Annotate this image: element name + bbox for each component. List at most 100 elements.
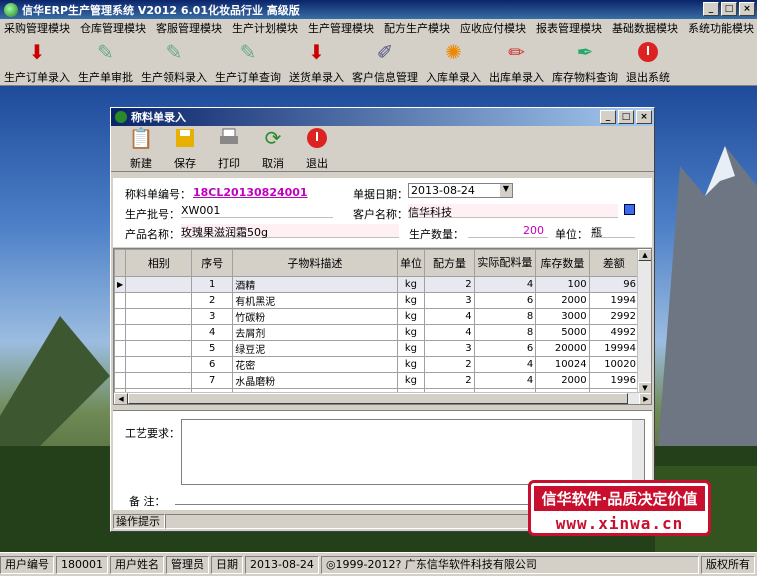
table-cell[interactable]: 96	[588, 276, 640, 293]
toolbar-button[interactable]: ✎ 生产单审批	[74, 37, 137, 85]
row-indicator[interactable]	[114, 356, 127, 373]
table-row[interactable]: 3 竹碳粉 kg 4 8 3000 2992	[114, 308, 640, 325]
table-cell[interactable]: 水晶磨粉	[232, 372, 398, 389]
row-indicator[interactable]	[114, 292, 127, 309]
table-cell[interactable]: 10020	[588, 356, 640, 373]
table-cell[interactable]: 3	[191, 308, 234, 325]
row-indicator[interactable]: ▶	[114, 276, 127, 293]
table-cell[interactable]: 6	[473, 340, 537, 357]
table-cell[interactable]: 20000	[535, 340, 590, 357]
chevron-down-icon[interactable]: ▼	[500, 184, 512, 197]
table-cell[interactable]: 2	[424, 276, 475, 293]
table-cell[interactable]: 4	[424, 324, 475, 341]
table-cell[interactable]: 100	[535, 276, 590, 293]
customer-field[interactable]: 信华科技	[408, 204, 618, 219]
table-cell[interactable]: 3	[424, 292, 475, 309]
menu-item[interactable]: 生产管理模块	[308, 20, 374, 36]
menu-item[interactable]: 基础数据模块	[612, 20, 678, 36]
scroll-thumb[interactable]	[128, 393, 628, 404]
menu-item[interactable]: 应收应付模块	[460, 20, 526, 36]
table-cell[interactable]	[125, 292, 193, 309]
toolbar-button[interactable]: ✏ 出库单录入	[485, 37, 548, 85]
toolbar-button[interactable]: ⬇ 生产订单录入	[0, 37, 74, 85]
table-cell[interactable]: kg	[396, 372, 426, 389]
table-row[interactable]: 2 有机黑泥 kg 3 6 2000 1994	[114, 292, 640, 309]
scroll-left-icon[interactable]: ◀	[114, 393, 128, 404]
table-cell[interactable]: 4	[473, 276, 537, 293]
new-button[interactable]: 📋 新建	[119, 123, 163, 171]
maximize-button[interactable]: □	[721, 2, 737, 16]
product-field[interactable]: 玫瑰果滋润霜50g	[181, 224, 399, 239]
table-cell[interactable]: 绿豆泥	[232, 340, 398, 357]
table-cell[interactable]: 酒精	[232, 276, 398, 293]
unit-field[interactable]: 瓶	[591, 224, 635, 239]
table-cell[interactable]: kg	[396, 308, 426, 325]
table-cell[interactable]: 有机黑泥	[232, 292, 398, 309]
scroll-right-icon[interactable]: ▶	[639, 393, 651, 404]
menu-item[interactable]: 报表管理模块	[536, 20, 602, 36]
table-cell[interactable]	[125, 324, 193, 341]
table-cell[interactable]: 竹碳粉	[232, 308, 398, 325]
table-cell[interactable]: kg	[396, 292, 426, 309]
menu-item[interactable]: 配方生产模块	[384, 20, 450, 36]
table-cell[interactable]: 4	[424, 308, 475, 325]
note-field[interactable]	[175, 491, 535, 505]
table-cell[interactable]	[125, 372, 193, 389]
table-cell[interactable]: 3	[424, 340, 475, 357]
row-indicator[interactable]	[114, 324, 127, 341]
table-cell[interactable]: 5000	[535, 324, 590, 341]
table-cell[interactable]: 花密	[232, 356, 398, 373]
table-row[interactable]: 6 花密 kg 2 4 10024 10020	[114, 356, 640, 373]
table-cell[interactable]: 1996	[588, 372, 640, 389]
menu-item[interactable]: 采购管理模块	[4, 20, 70, 36]
save-button[interactable]: 保存	[163, 123, 207, 171]
table-cell[interactable]: 6	[473, 292, 537, 309]
table-cell[interactable]: 4	[473, 356, 537, 373]
table-cell[interactable]	[125, 340, 193, 357]
toolbar-button[interactable]: ✒ 库存物料查询	[548, 37, 622, 85]
table-cell[interactable]	[125, 356, 193, 373]
toolbar-button[interactable]: 退出系统	[622, 37, 674, 85]
table-cell[interactable]: 8	[473, 308, 537, 325]
toolbar-button[interactable]: ✺ 入库单录入	[422, 37, 485, 85]
table-cell[interactable]: kg	[396, 340, 426, 357]
table-cell[interactable]: 2	[424, 372, 475, 389]
row-indicator[interactable]	[114, 308, 127, 325]
child-minimize-button[interactable]: _	[600, 110, 616, 124]
row-indicator[interactable]	[114, 340, 127, 357]
table-cell[interactable]: 1	[191, 276, 234, 293]
menu-item[interactable]: 生产计划模块	[232, 20, 298, 36]
toolbar-button[interactable]: ✐ 客户信息管理	[348, 37, 422, 85]
horizontal-scrollbar[interactable]: ◀ ▶	[114, 392, 651, 404]
table-cell[interactable]: 4	[473, 372, 537, 389]
textarea-scrollbar[interactable]	[632, 420, 644, 484]
minimize-button[interactable]: _	[703, 2, 719, 16]
table-cell[interactable]: 1994	[588, 292, 640, 309]
print-button[interactable]: 打印	[207, 123, 251, 171]
table-cell[interactable]: 6	[191, 356, 234, 373]
toolbar-button[interactable]: ⬇ 送货单录入	[285, 37, 348, 85]
qty-field[interactable]: 200	[468, 224, 548, 238]
table-cell[interactable]: 4	[191, 324, 234, 341]
table-cell[interactable]	[125, 276, 193, 293]
craft-textarea[interactable]	[181, 419, 645, 485]
child-close-button[interactable]: ×	[636, 110, 652, 124]
table-cell[interactable]: 2	[191, 292, 234, 309]
date-picker[interactable]: 2013-08-24 ▼	[408, 183, 513, 198]
child-maximize-button[interactable]: □	[618, 110, 634, 124]
table-cell[interactable]: 4992	[588, 324, 640, 341]
table-cell[interactable]: kg	[396, 276, 426, 293]
batch-field[interactable]: XW001	[181, 204, 333, 218]
table-cell[interactable]: 7	[191, 372, 234, 389]
table-cell[interactable]	[125, 308, 193, 325]
toolbar-button[interactable]: ✎ 生产订单查询	[211, 37, 285, 85]
table-cell[interactable]: 8	[473, 324, 537, 341]
table-cell[interactable]: 2000	[535, 372, 590, 389]
table-cell[interactable]: 10024	[535, 356, 590, 373]
row-indicator[interactable]	[114, 372, 127, 389]
table-row[interactable]: 4 去屑剂 kg 4 8 5000 4992	[114, 324, 640, 341]
toolbar-button[interactable]: ✎ 生产领料录入	[137, 37, 211, 85]
table-cell[interactable]: 3000	[535, 308, 590, 325]
menu-item[interactable]: 系统功能模块	[688, 20, 754, 36]
table-cell[interactable]: 去屑剂	[232, 324, 398, 341]
